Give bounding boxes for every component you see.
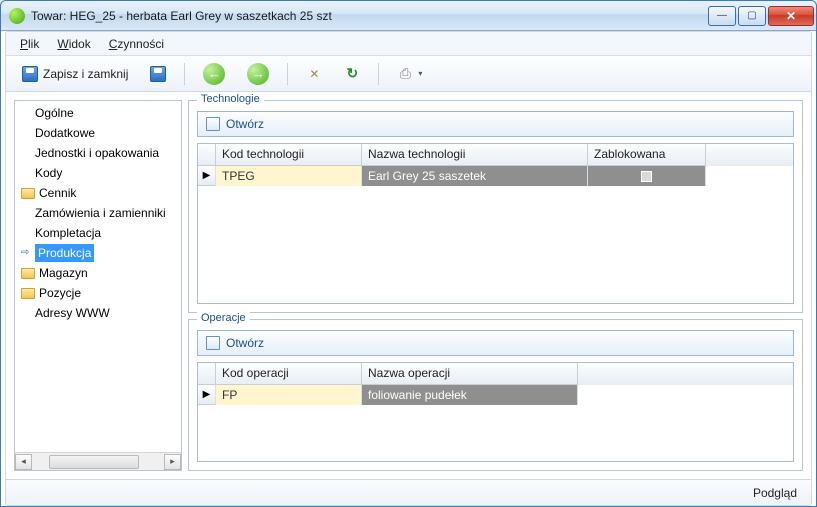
- window-title: Towar: HEG_25 - herbata Earl Grey w sasz…: [31, 9, 706, 23]
- tree-item-adresy[interactable]: Adresy WWW: [15, 303, 181, 323]
- tree-item-ogolne[interactable]: Ogólne: [15, 103, 181, 123]
- toolbar-separator: [287, 63, 288, 85]
- save-icon: [150, 66, 166, 82]
- refresh-icon: [344, 66, 360, 82]
- tree-item-cennik[interactable]: Cennik: [15, 183, 181, 203]
- menubar: Plik Widok Czynności: [6, 32, 811, 56]
- toolbar-separator: [184, 63, 185, 85]
- cell-zablokowana[interactable]: [588, 166, 706, 186]
- save-button[interactable]: [142, 61, 174, 87]
- tree-item-jednostki[interactable]: Jednostki i opakowania: [15, 143, 181, 163]
- save-icon: [22, 66, 38, 82]
- table-row[interactable]: ▶ FP foliowanie pudełek: [198, 385, 793, 405]
- col-zablokowana[interactable]: Zablokowana: [588, 144, 706, 166]
- tree-item-kody[interactable]: Kody: [15, 163, 181, 183]
- nav-back-button[interactable]: ←: [195, 58, 233, 90]
- detail-panels: Technologie Otwórz Kod technologii Nazwa…: [188, 100, 803, 471]
- col-kod-technologii[interactable]: Kod technologii: [216, 144, 362, 166]
- grid-header: Kod operacji Nazwa operacji: [198, 363, 793, 385]
- app-icon: [9, 8, 25, 24]
- grid-technologie[interactable]: Kod technologii Nazwa technologii Zablok…: [197, 143, 794, 304]
- refresh-button[interactable]: [336, 61, 368, 87]
- cell-kod[interactable]: FP: [216, 385, 362, 405]
- menu-plik[interactable]: Plik: [14, 35, 45, 53]
- nav-forward-button[interactable]: →: [239, 58, 277, 90]
- menu-widok[interactable]: Widok: [51, 35, 96, 53]
- cell-nazwa[interactable]: foliowanie pudełek: [362, 385, 578, 405]
- print-button[interactable]: ▾: [389, 61, 434, 87]
- folder-icon: [21, 268, 35, 279]
- selected-arrow-icon: ⇨: [21, 244, 31, 262]
- folder-icon: [21, 288, 35, 299]
- grid-operacje[interactable]: Kod operacji Nazwa operacji ▶ FP foliowa…: [197, 362, 794, 462]
- open-button-tech[interactable]: Otwórz: [226, 117, 264, 131]
- row-indicator-icon: ▶: [198, 166, 216, 186]
- minimize-button[interactable]: —: [708, 6, 736, 26]
- panel-toolbar-technologie: Otwórz: [197, 111, 794, 137]
- client-area: Plik Widok Czynności Zapisz i zamknij ← …: [5, 31, 812, 506]
- col-nazwa-technologii[interactable]: Nazwa technologii: [362, 144, 588, 166]
- statusbar: Podgląd: [6, 479, 811, 505]
- panel-toolbar-operacje: Otwórz: [197, 330, 794, 356]
- save-close-label: Zapisz i zamknij: [43, 67, 128, 81]
- scroll-left-button[interactable]: ◂: [15, 454, 32, 470]
- group-label-technologie: Technologie: [197, 93, 264, 105]
- sidebar-hscrollbar[interactable]: ◂ ▸: [15, 452, 181, 470]
- cell-nazwa[interactable]: Earl Grey 25 saszetek: [362, 166, 588, 186]
- toolbar-separator: [378, 63, 379, 85]
- close-button[interactable]: ✕: [768, 6, 814, 26]
- dropdown-icon: ▾: [418, 69, 426, 78]
- scroll-right-button[interactable]: ▸: [164, 454, 181, 470]
- col-nazwa-operacji[interactable]: Nazwa operacji: [362, 363, 578, 385]
- menu-czynnosci[interactable]: Czynności: [103, 35, 170, 53]
- row-selector-header: [198, 363, 216, 385]
- arrow-right-icon: →: [247, 63, 269, 85]
- arrow-left-icon: ←: [203, 63, 225, 85]
- tree-item-magazyn[interactable]: Magazyn: [15, 263, 181, 283]
- group-label-operacje: Operacje: [197, 312, 250, 324]
- group-technologie: Technologie Otwórz Kod technologii Nazwa…: [188, 100, 803, 313]
- open-icon: [206, 117, 220, 131]
- maximize-button[interactable]: ▢: [738, 6, 766, 26]
- folder-icon: [21, 188, 35, 199]
- row-selector-header: [198, 144, 216, 166]
- scroll-thumb[interactable]: [49, 455, 139, 469]
- tree-item-produkcja[interactable]: ⇨Produkcja: [15, 243, 181, 263]
- content: Ogólne Dodatkowe Jednostki i opakowania …: [6, 92, 811, 479]
- print-icon: [397, 66, 413, 82]
- open-icon: [206, 336, 220, 350]
- row-indicator-icon: ▶: [198, 385, 216, 405]
- group-operacje: Operacje Otwórz Kod operacji Nazwa opera…: [188, 319, 803, 471]
- tree-item-pozycje[interactable]: Pozycje: [15, 283, 181, 303]
- tree-item-zamowienia[interactable]: Zamówienia i zamienniki: [15, 203, 181, 223]
- grid-header: Kod technologii Nazwa technologii Zablok…: [198, 144, 793, 166]
- checkbox-icon[interactable]: [641, 171, 652, 182]
- table-row[interactable]: ▶ TPEG Earl Grey 25 saszetek: [198, 166, 793, 186]
- cell-kod[interactable]: TPEG: [216, 166, 362, 186]
- open-button-ops[interactable]: Otwórz: [226, 336, 264, 350]
- tools-button[interactable]: [298, 61, 330, 87]
- window: Towar: HEG_25 - herbata Earl Grey w sasz…: [0, 0, 817, 507]
- status-right[interactable]: Podgląd: [753, 486, 797, 500]
- toolbar: Zapisz i zamknij ← → ▾: [6, 56, 811, 92]
- sidebar: Ogólne Dodatkowe Jednostki i opakowania …: [14, 100, 182, 471]
- titlebar[interactable]: Towar: HEG_25 - herbata Earl Grey w sasz…: [1, 1, 816, 31]
- tree-item-kompletacja[interactable]: Kompletacja: [15, 223, 181, 243]
- tree-item-dodatkowe[interactable]: Dodatkowe: [15, 123, 181, 143]
- nav-tree: Ogólne Dodatkowe Jednostki i opakowania …: [15, 101, 181, 452]
- tools-icon: [306, 66, 322, 82]
- save-and-close-button[interactable]: Zapisz i zamknij: [14, 61, 136, 87]
- col-kod-operacji[interactable]: Kod operacji: [216, 363, 362, 385]
